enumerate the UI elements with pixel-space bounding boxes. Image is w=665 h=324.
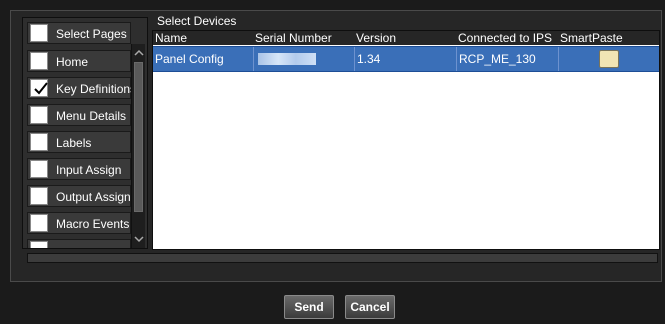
column-header-version[interactable]: Version [354,31,456,45]
redacted-serial [258,53,316,65]
page-label: Input Assign [56,163,122,177]
checkbox[interactable] [30,214,48,232]
column-header-name[interactable]: Name [153,31,253,45]
page-item-menu-details[interactable]: Menu Details [27,104,131,126]
page-item-partial[interactable] [27,239,131,248]
checkbox[interactable] [30,160,48,178]
cell-version: 1.34 [354,47,456,71]
checkbox[interactable] [30,133,48,151]
page-label: Menu Details [56,109,127,123]
select-devices-title: Select Devices [157,14,237,28]
page-item-home[interactable]: Home [27,50,131,72]
page-item-macro-events[interactable]: Macro Events [27,212,131,234]
scroll-down-icon[interactable] [134,234,144,244]
cell-smartpaste [558,47,659,71]
page-label: Home [56,55,89,69]
cell-name: Panel Config [155,52,224,66]
page-label: Key Definitions [56,82,137,96]
scrollbar-thumb[interactable] [134,62,143,212]
page-label: Macro Events [56,217,130,231]
select-pages-list: Select Pages Home Key Definitions Menu D… [22,17,148,249]
pages-vertical-scrollbar[interactable] [131,44,145,248]
checkbox[interactable] [30,79,48,97]
horizontal-scrollbar[interactable] [27,253,658,263]
page-label: Select Pages [56,27,127,41]
checkbox[interactable] [30,52,48,70]
scroll-up-icon[interactable] [134,48,144,58]
table-row[interactable]: Panel Config 1.34 RCP_ME_130 [153,46,659,72]
page-item-input-assign[interactable]: Input Assign [27,158,131,180]
page-item-key-definitions[interactable]: Key Definitions [27,77,136,99]
page-label: Labels [56,136,92,150]
table-header: Name Serial Number Version Connected to … [153,31,659,45]
column-header-serial-number[interactable]: Serial Number [253,31,354,45]
checkbox[interactable] [30,241,48,248]
checkbox[interactable] [30,106,48,124]
column-header-connected-to-ips[interactable]: Connected to IPS [456,31,558,45]
smartpaste-toggle[interactable] [599,50,619,68]
cell-serial-number [253,47,354,71]
devices-table: Name Serial Number Version Connected to … [152,30,660,250]
cell-connected-to-ips: RCP_ME_130 [456,47,558,71]
checkmark-icon [34,82,48,95]
checkbox[interactable] [30,187,48,205]
page-item-output-assign[interactable]: Output Assign [27,185,131,207]
cancel-button[interactable]: Cancel [345,295,395,319]
checkbox[interactable] [30,24,48,42]
page-item-select-pages[interactable]: Select Pages [27,22,131,44]
page-item-labels[interactable]: Labels [27,131,131,153]
page-label: Output Assign [56,190,131,204]
column-header-smartpaste[interactable]: SmartPaste [558,31,659,45]
send-button[interactable]: Send [284,295,334,319]
